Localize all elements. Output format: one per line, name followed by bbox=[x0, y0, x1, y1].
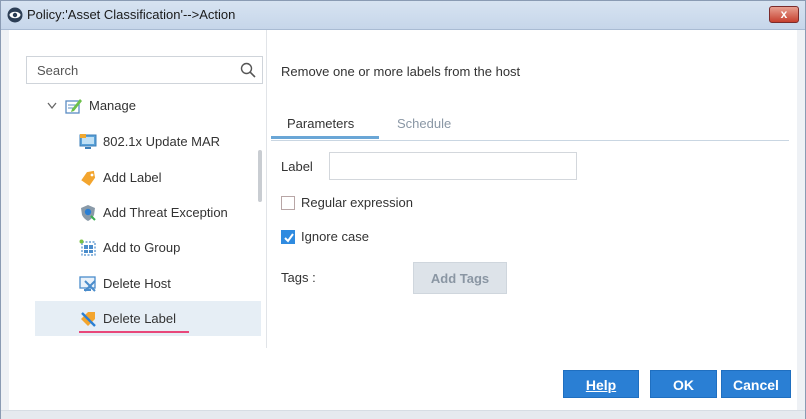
tree-item-label: Add Threat Exception bbox=[103, 205, 228, 220]
regular-expression-checkbox[interactable] bbox=[281, 196, 295, 210]
add-tags-label: Add Tags bbox=[430, 271, 490, 286]
tag-icon bbox=[81, 170, 96, 186]
status-bar bbox=[1, 410, 805, 419]
ignore-case-checkbox[interactable] bbox=[281, 230, 295, 244]
cancel-button[interactable]: Cancel bbox=[721, 370, 791, 398]
delete-host-icon bbox=[79, 276, 96, 292]
tree-item-label: Add Label bbox=[103, 170, 162, 185]
search-icon[interactable] bbox=[240, 62, 256, 78]
ignore-case-label: Ignore case bbox=[301, 229, 369, 244]
tree-item-label: 802.1x Update MAR bbox=[103, 134, 221, 149]
network-monitor-icon bbox=[79, 134, 97, 149]
cancel-label: Cancel bbox=[733, 377, 779, 393]
group-icon bbox=[79, 239, 96, 256]
tree-item-label: Delete Host bbox=[103, 276, 171, 291]
action-details-pane: Remove one or more labels from the host … bbox=[271, 30, 797, 348]
label-field-label: Label bbox=[281, 159, 313, 174]
label-input[interactable] bbox=[329, 152, 577, 180]
manage-icon bbox=[65, 99, 82, 114]
help-button[interactable]: Help bbox=[563, 370, 639, 398]
tree-item-delete-host[interactable]: Delete Host bbox=[35, 266, 261, 301]
active-tab-indicator bbox=[271, 136, 379, 139]
help-label: Help bbox=[585, 377, 617, 393]
chevron-down-icon[interactable] bbox=[47, 102, 57, 110]
action-tree-pane: Manage 802.1x Update MAR Add Label bbox=[9, 30, 271, 348]
title-bar[interactable]: Policy:'Asset Classification'-->Action x bbox=[1, 1, 805, 30]
tree-item-add-to-group[interactable]: Add to Group bbox=[35, 230, 261, 265]
tags-label: Tags : bbox=[281, 270, 316, 285]
selection-underline bbox=[79, 331, 189, 333]
regular-expression-label: Regular expression bbox=[301, 195, 414, 210]
app-eye-icon bbox=[7, 7, 23, 23]
tree-item-label: Delete Label bbox=[103, 311, 176, 326]
ok-button[interactable]: OK bbox=[650, 370, 717, 398]
pane-divider bbox=[266, 30, 267, 348]
search-input[interactable] bbox=[35, 62, 229, 79]
dialog-window: Policy:'Asset Classification'-->Action x bbox=[0, 0, 806, 419]
add-tags-button[interactable]: Add Tags bbox=[413, 262, 507, 294]
tree-item-add-threat-exception[interactable]: Add Threat Exception bbox=[35, 195, 261, 230]
tree-item-802-1x-update-mar[interactable]: 802.1x Update MAR bbox=[35, 124, 261, 159]
action-description: Remove one or more labels from the host bbox=[281, 64, 521, 79]
dialog-body: Manage 802.1x Update MAR Add Label bbox=[9, 30, 797, 410]
search-box[interactable] bbox=[26, 56, 263, 84]
tab-schedule[interactable]: Schedule bbox=[397, 116, 451, 131]
tab-parameters[interactable]: Parameters bbox=[287, 116, 354, 131]
close-button[interactable]: x bbox=[769, 6, 799, 23]
shield-icon bbox=[81, 205, 96, 221]
ok-label: OK bbox=[673, 377, 694, 393]
close-icon: x bbox=[780, 7, 788, 21]
window-title: Policy:'Asset Classification'-->Action bbox=[27, 7, 236, 22]
tree-item-label: Add to Group bbox=[103, 240, 181, 255]
tree-item-add-label[interactable]: Add Label bbox=[35, 160, 261, 195]
checkmark-icon bbox=[284, 233, 294, 243]
tree-scrollbar[interactable] bbox=[258, 150, 262, 202]
delete-label-icon bbox=[81, 312, 96, 327]
tree-group-label: Manage bbox=[89, 98, 136, 113]
